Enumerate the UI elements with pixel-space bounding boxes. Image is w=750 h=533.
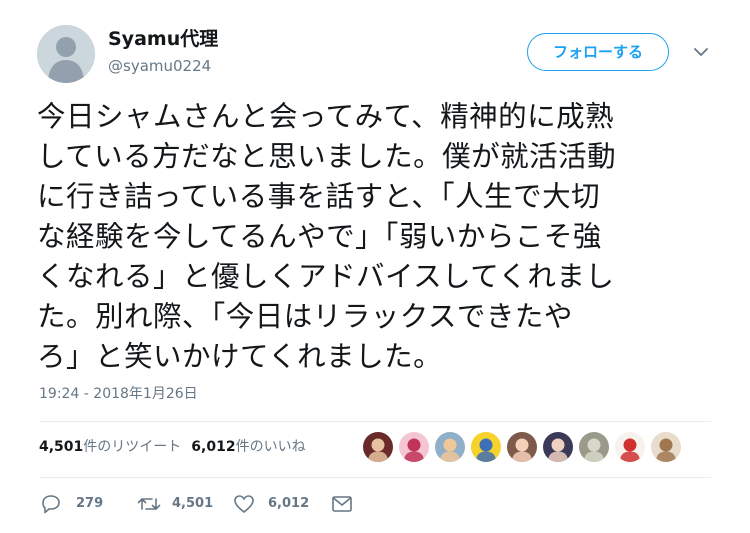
tweet-text-line: な経験を今してるんやで」「弱いからこそ強 [37, 220, 602, 253]
reply-count: 279 [76, 496, 104, 511]
follow-button[interactable]: フォローする [527, 33, 669, 71]
liker-avatar[interactable] [363, 432, 393, 462]
liker-avatar[interactable] [651, 432, 681, 462]
tweet-text-line: ろ」と笑いかけてくれました。 [37, 340, 443, 373]
retweets-stat[interactable]: 4,501件のリツイート [39, 439, 181, 455]
tweet-text-line: た。別れ際、「今日はリラックスできたや [37, 300, 573, 333]
liker-avatars [363, 432, 687, 462]
liker-avatar[interactable] [435, 432, 465, 462]
tweet-timestamp[interactable]: 19:24 - 2018年1月26日 [39, 385, 198, 403]
like-button[interactable]: 6,012 [233, 492, 313, 516]
tweet-card: Syamu代理 @syamu0224 フォローする 今日シャムさんと会ってみて、… [0, 0, 750, 533]
direct-message-button[interactable] [331, 492, 355, 516]
tweet-text-line: している方だなと思いました。僕が就活活動 [37, 140, 617, 173]
display-name[interactable]: Syamu代理 [108, 27, 218, 51]
liker-avatar[interactable] [543, 432, 573, 462]
tweet-text-line: くなれる」と優しくアドバイスしてくれまし [37, 260, 615, 293]
retweets-count: 4,501 [39, 439, 84, 455]
likes-stat[interactable]: 6,012件のいいね [191, 439, 305, 455]
liker-avatar[interactable] [471, 432, 501, 462]
divider [39, 421, 711, 422]
retweet-count: 4,501 [172, 496, 214, 511]
tweet-text-line: に行き詰っている事を話すと、「人生で大切 [37, 180, 601, 213]
divider [39, 477, 711, 478]
envelope-icon [332, 496, 352, 512]
retweet-button[interactable]: 4,501 [136, 492, 216, 516]
tweet-text-line: 今日シャムさんと会ってみて、精神的に成熟 [37, 100, 615, 133]
chevron-down-icon[interactable] [691, 42, 711, 62]
liker-avatar[interactable] [579, 432, 609, 462]
engagement-stats: 4,501件のリツイート 6,012件のいいね [39, 438, 306, 456]
liker-avatar[interactable] [507, 432, 537, 462]
retweet-icon [137, 498, 161, 510]
tweet-text: 今日シャムさんと会ってみて、精神的に成熟 している方だなと思いました。僕が就活活… [37, 97, 717, 377]
reply-icon [42, 495, 60, 514]
retweets-label: 件のリツイート [83, 439, 182, 455]
likes-label: 件のいいね [235, 439, 306, 455]
heart-icon [234, 495, 254, 513]
like-count: 6,012 [268, 496, 310, 511]
screen-name[interactable]: @syamu0224 [108, 56, 211, 76]
likes-count: 6,012 [191, 439, 236, 455]
liker-avatar[interactable] [615, 432, 645, 462]
default-avatar-icon[interactable] [37, 25, 95, 83]
liker-avatar[interactable] [399, 432, 429, 462]
reply-button[interactable]: 279 [40, 492, 110, 516]
